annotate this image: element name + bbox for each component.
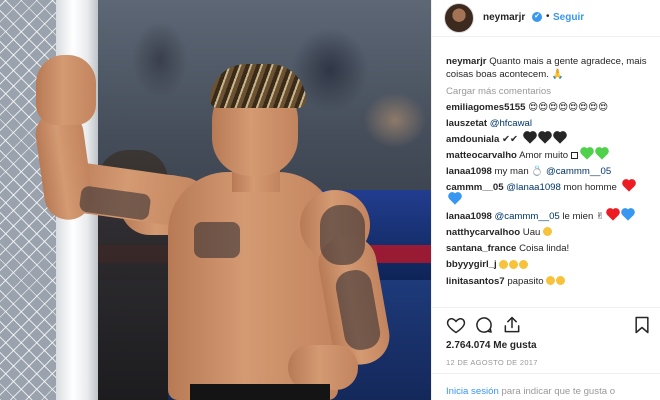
black-heart-icon <box>539 132 551 144</box>
post-header: neymarjr ✔ • Seguir <box>432 0 660 37</box>
comment-item: lanaa1098 @cammm__05 le mien ✌ <box>446 209 651 223</box>
follow-button[interactable]: Seguir <box>553 12 584 23</box>
login-prompt: Inicia sesión para indicar que te gusta … <box>446 386 615 397</box>
green-heart-icon <box>596 148 608 160</box>
divider <box>432 373 660 374</box>
comment-mention[interactable]: @lanaa1098 <box>506 182 561 193</box>
verified-badge-icon: ✔ <box>532 12 542 22</box>
green-heart-icon <box>581 148 593 160</box>
heart-eyes-emoji-icon <box>543 227 553 236</box>
shoulder-tattoo <box>320 205 365 265</box>
red-heart-icon <box>607 209 619 221</box>
heart-eyes-emoji-icon <box>546 276 556 285</box>
comment-item: linitasantos7 papasito <box>446 275 651 288</box>
comment-username[interactable]: linitasantos7 <box>446 276 505 287</box>
login-link[interactable]: Inicia sesión <box>446 386 499 397</box>
rings-icon: 💍 <box>531 166 544 177</box>
comment-text: le mien <box>562 211 594 222</box>
like-count[interactable]: 2.764.074 Me gusta <box>446 340 537 351</box>
caption-username[interactable]: neymarjr <box>446 56 487 67</box>
load-more-comments-button[interactable]: Cargar más comentarios <box>446 86 651 97</box>
comment-text: Uau <box>522 227 541 238</box>
speech-bubble-icon[interactable] <box>474 315 494 335</box>
action-bar <box>446 313 651 337</box>
post-caption: neymarjr Quanto mais a gente agradece, m… <box>446 55 651 81</box>
comment-item: lanaa1098 my man 💍 @cammm__05 <box>446 165 651 178</box>
comments-list: neymarjr Quanto mais a gente agradece, m… <box>446 55 651 291</box>
comment-mention[interactable]: @cammm__05 <box>546 166 611 177</box>
comment-username[interactable]: bbyyygirl_j <box>446 259 497 270</box>
comment-item: amdouniala ✔✔ <box>446 132 651 146</box>
comment-username[interactable]: natthycarvalhoo <box>446 227 520 238</box>
comment-username[interactable]: lanaa1098 <box>446 166 492 177</box>
comment-item: lauszetat @hfcawal <box>446 117 651 130</box>
comment-username[interactable]: amdouniala <box>446 134 499 145</box>
emoji-row-icon <box>499 259 529 272</box>
victory-hand-icon: ✌ <box>596 211 605 222</box>
comment-item: santana_france Coisa linda! <box>446 242 651 255</box>
comment-mention[interactable]: @hfcawal <box>490 118 532 129</box>
blue-heart-icon <box>449 193 461 205</box>
black-heart-icon <box>524 132 536 144</box>
black-heart-icon <box>554 132 566 144</box>
blue-heart-icon <box>622 209 634 221</box>
comment-username[interactable]: santana_france <box>446 243 516 254</box>
comment-text: mon homme <box>563 182 617 193</box>
chest-tattoo <box>194 222 240 258</box>
player-shorts <box>190 384 330 400</box>
header-username[interactable]: neymarjr <box>483 12 525 23</box>
separator-dot: • <box>546 11 550 22</box>
share-arrow-icon[interactable] <box>502 315 522 335</box>
heart-outline-icon[interactable] <box>446 315 466 335</box>
post-sidebar: neymarjr ✔ • Seguir neymarjr Quanto mais… <box>431 0 660 400</box>
comment-text: my man <box>494 166 529 177</box>
comment-item: bbyyygirl_j <box>446 258 651 272</box>
comment-text: Coisa linda! <box>519 243 570 254</box>
missing-glyph-icon <box>570 152 578 159</box>
kiss-emoji-icon <box>556 276 566 285</box>
divider <box>432 307 660 308</box>
comment-username[interactable]: lanaa1098 <box>446 211 492 222</box>
comment-item: emiliagomes5155 😍😍😍😍😍😍😍😍 <box>446 101 651 114</box>
post-photo[interactable] <box>0 0 431 400</box>
login-prompt-text: para indicar que te gusta o <box>501 386 616 397</box>
comment-text: 😍😍😍😍😍😍😍😍 <box>528 102 609 113</box>
comment-text: ✔✔ <box>501 134 519 145</box>
comment-mention[interactable]: @cammm__05 <box>495 211 560 222</box>
bookmark-icon[interactable] <box>632 315 652 335</box>
comment-item: cammm__05 @lanaa1098 mon homme <box>446 180 651 207</box>
comment-username[interactable]: cammm__05 <box>446 182 504 193</box>
comment-item: natthycarvalhoo Uau <box>446 226 651 239</box>
comment-text: papasito <box>507 276 544 287</box>
player-hair <box>210 64 306 108</box>
player-waving-hand <box>36 55 96 125</box>
avatar[interactable] <box>444 3 474 33</box>
comment-username[interactable]: emiliagomes5155 <box>446 102 525 113</box>
comment-item: matteocarvalho Amor muito <box>446 148 651 162</box>
comment-username[interactable]: lauszetat <box>446 118 487 129</box>
comment-text: Amor muito <box>519 150 569 161</box>
comment-username[interactable]: matteocarvalho <box>446 150 517 161</box>
red-heart-icon <box>622 180 635 192</box>
post-date: 12 DE AGOSTO DE 2017 <box>446 358 538 367</box>
